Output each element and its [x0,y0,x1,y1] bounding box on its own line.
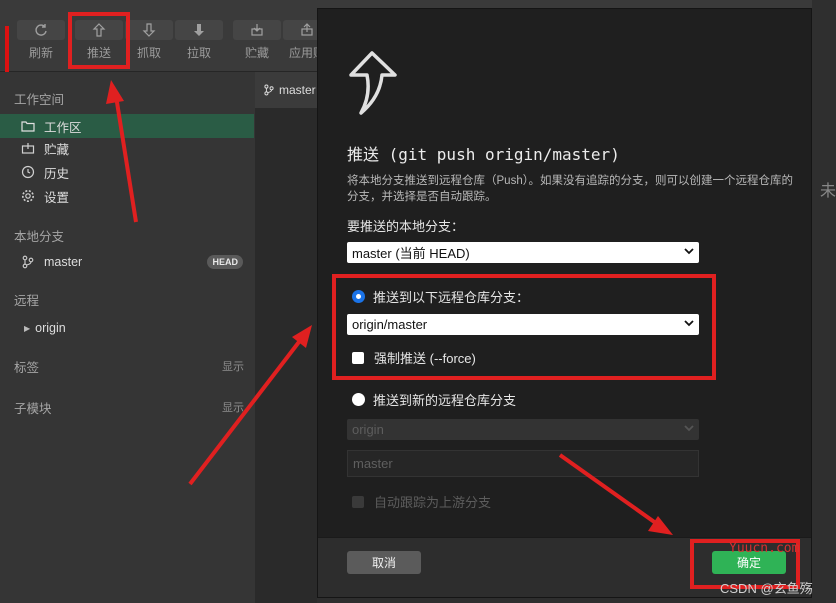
auto-track-checkbox: 自动跟踪为上游分支 [352,492,491,511]
tags-section-title: 标签 [14,361,40,375]
submodule-show-link[interactable]: 显示 [222,399,244,415]
head-badge: HEAD [207,255,243,269]
submodule-section-title: 子模块 [14,402,52,416]
stash-box-icon [20,141,36,155]
stash-label: 贮藏 [244,46,269,60]
annotation-box-push [68,12,130,69]
folder-icon [20,119,36,133]
tags-show-link[interactable]: 显示 [222,358,244,374]
new-remote-select: origin [347,419,699,440]
sidebar-item-origin[interactable]: ▶ origin [0,316,254,340]
sidebar-item-label: 历史 [44,166,70,181]
refresh-label: 刷新 [28,46,53,60]
new-branch-value: master [353,456,393,471]
dialog-title: 推送 (git push origin/master) [347,145,620,164]
radio-unselected-icon [352,393,365,406]
sidebar-item-label: 贮藏 [44,142,70,157]
watermark-site: Yuucn.com [729,541,800,556]
history-icon [20,165,36,179]
expand-caret-icon: ▶ [24,323,31,333]
radio-new-label: 推送到新的远程仓库分支 [373,393,517,408]
sidebar-item-label: 设置 [44,190,70,205]
pull-button[interactable]: 拉取 [174,20,224,61]
new-branch-input: master [347,450,699,477]
local-branch-value: master (当前 HEAD) [352,246,470,261]
tab-label: master [279,83,316,97]
auto-track-label: 自动跟踪为上游分支 [374,495,492,510]
remote-section-title: 远程 [14,294,40,308]
branch-icon [263,84,275,96]
pull-icon [175,20,223,40]
app-window: 刷新 推送 抓取 拉取 贮藏 应用贮 工作空间 工作区 贮藏 历史 设置 本地分… [0,0,836,603]
remote-name: origin [35,321,66,335]
pull-label: 拉取 [186,46,211,60]
sidebar-item-master-branch[interactable]: master HEAD [0,250,254,274]
chevron-down-icon [683,422,695,437]
push-large-icon [345,49,399,122]
stash-icon [233,20,281,40]
refresh-button[interactable]: 刷新 [16,20,66,61]
sidebar-item-workspace[interactable]: 工作区 [0,114,254,138]
watermark-csdn: CSDN @玄鱼殇 [720,581,813,596]
chevron-down-icon [683,245,695,260]
gear-icon [20,189,36,203]
checkbox-icon [352,495,364,508]
local-branch-label: 要推送的本地分支： [347,219,465,234]
radio-new-remote[interactable]: 推送到新的远程仓库分支 [352,390,516,409]
sidebar-item-stash[interactable]: 贮藏 [0,136,254,160]
branch-name: master [44,255,83,269]
sidebar: 工作空间 工作区 贮藏 历史 设置 本地分支 master HEAD 远程 ▶ … [0,72,255,603]
tab-master[interactable]: master [255,72,317,108]
cancel-button[interactable]: 取消 [347,551,421,574]
sidebar-item-settings[interactable]: 设置 [0,184,254,208]
annotation-box-remote-branch [332,274,716,380]
fetch-icon [125,20,173,40]
right-background [812,0,836,603]
local-branch-section-title: 本地分支 [14,230,65,244]
right-partial-text: 未 [820,183,836,200]
fetch-button[interactable]: 抓取 [124,20,174,61]
main-area: master [255,72,317,603]
fetch-label: 抓取 [136,46,161,60]
workspace-section-title: 工作空间 [14,93,65,107]
sidebar-item-history[interactable]: 历史 [0,160,254,184]
stash-button[interactable]: 贮藏 [232,20,282,61]
new-remote-value: origin [352,422,384,437]
dialog-description: 将本地分支推送到远程仓库（Push）。如果没有追踪的分支，则可以创建一个远程仓库… [347,175,793,203]
sidebar-item-label: 工作区 [44,120,82,135]
refresh-icon [17,20,65,40]
branch-icon [20,255,36,269]
local-branch-select[interactable]: master (当前 HEAD) [347,242,699,263]
red-edge-mark [5,26,9,76]
